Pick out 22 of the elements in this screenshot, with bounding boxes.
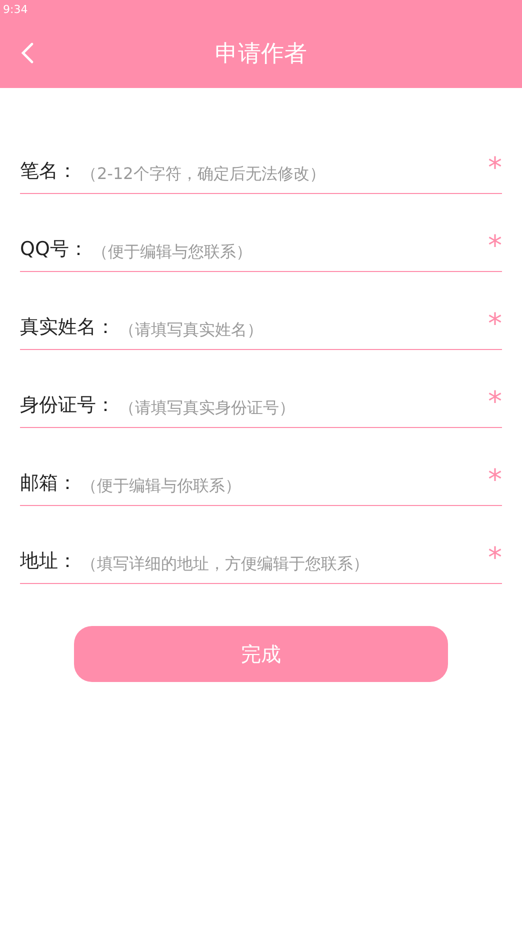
- field-label: 邮箱：: [20, 471, 77, 496]
- required-mark: *: [488, 388, 502, 416]
- required-mark: *: [488, 310, 502, 338]
- back-icon: [20, 42, 34, 64]
- submit-button[interactable]: 完成: [74, 626, 448, 682]
- field-label: QQ号：: [20, 237, 88, 262]
- required-mark: *: [488, 544, 502, 572]
- input-field[interactable]: （请填写真实身份证号）: [115, 398, 488, 418]
- input-field[interactable]: （请填写真实姓名）: [115, 320, 488, 340]
- input-field[interactable]: （2-12个字符，确定后无法修改）: [77, 164, 488, 184]
- required-mark: *: [488, 154, 502, 182]
- status-time: 9:34: [3, 2, 28, 16]
- required-mark: *: [488, 232, 502, 260]
- field-label: 地址：: [20, 549, 77, 574]
- field-label: 笔名：: [20, 159, 77, 184]
- field-label: 真实姓名：: [20, 315, 115, 340]
- page-title: 申请作者: [215, 40, 307, 68]
- input-field[interactable]: （填写详细的地址，方便编辑于您联系）: [77, 554, 488, 574]
- field-label: 身份证号：: [20, 393, 115, 418]
- required-mark: *: [488, 466, 502, 494]
- input-field[interactable]: （便于编辑与你联系）: [77, 476, 488, 496]
- input-field[interactable]: （便于编辑与您联系）: [88, 242, 488, 262]
